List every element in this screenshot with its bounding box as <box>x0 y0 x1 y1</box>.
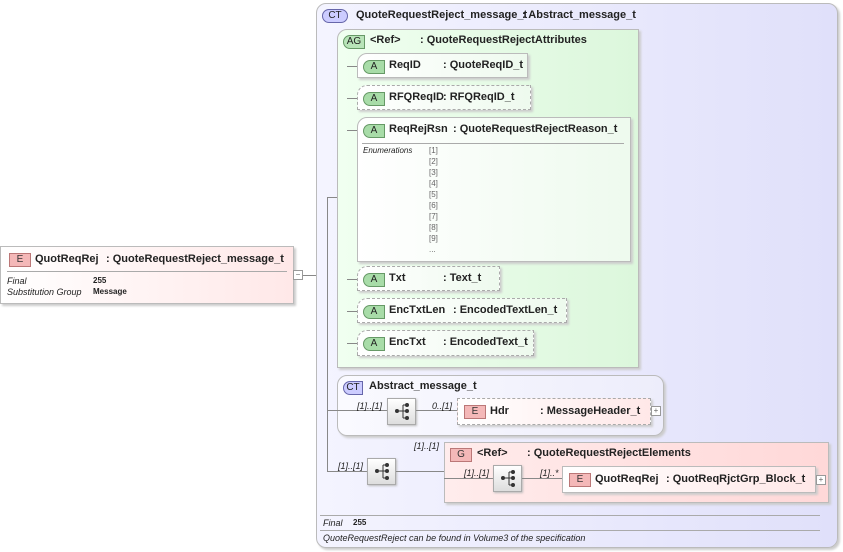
attribute-type: : EncodedTextLen_t <box>453 304 558 316</box>
enumerations-label: Enumerations <box>363 146 413 155</box>
element-type: : MessageHeader_t <box>540 405 641 417</box>
ct-name: QuoteRequestReject_message_t <box>356 9 528 21</box>
collapse-button[interactable]: − <box>293 270 303 280</box>
final-label: Final <box>7 276 27 286</box>
attribute-badge: A <box>363 60 385 74</box>
cardinality: 0..[1] <box>432 401 453 411</box>
root-element[interactable]: E QuotReqRej : QuoteRequestReject_messag… <box>0 246 294 304</box>
enum-value: [9] <box>429 234 438 243</box>
group-type: : QuoteRequestRejectElements <box>527 447 691 459</box>
group-name: <Ref> <box>477 447 508 459</box>
attribute-4[interactable]: A EncTxtLen : EncodedTextLen_t <box>357 298 567 323</box>
subst-label: Substitution Group <box>7 287 82 297</box>
sequence-icon[interactable] <box>387 398 416 425</box>
ct-final-label: Final <box>323 518 343 528</box>
enum-value: [7] <box>429 212 438 221</box>
enum-value: [1] <box>429 146 438 155</box>
enum-value: [4] <box>429 179 438 188</box>
attribute-badge: A <box>363 124 385 138</box>
element-badge: E <box>569 473 591 487</box>
enum-value: [6] <box>429 201 438 210</box>
subst-value: Message <box>93 287 127 296</box>
ag-name: <Ref> <box>370 34 401 46</box>
attribute-name: RFQReqID <box>389 91 444 103</box>
element-type: : QuotReqRjctGrp_Block_t <box>666 473 806 485</box>
ct-documentation: QuoteRequestReject can be found in Volum… <box>323 533 586 543</box>
attribute-type: : EncodedText_t <box>443 336 528 348</box>
element-hdr[interactable]: E Hdr : MessageHeader_t <box>457 398 651 425</box>
expand-button[interactable]: + <box>651 406 661 416</box>
ct-final-value: 255 <box>353 518 367 527</box>
enum-value: [3] <box>429 168 438 177</box>
enum-value: [5] <box>429 190 438 199</box>
element-badge: E <box>464 405 486 419</box>
ct-badge: CT <box>343 381 363 395</box>
ct-badge: CT <box>322 9 348 23</box>
group-badge: G <box>450 448 472 462</box>
sequence-icon[interactable] <box>493 465 522 492</box>
attribute-name: EncTxtLen <box>389 304 446 316</box>
cardinality: [1]..* <box>540 468 559 478</box>
cardinality: [1]..[1] <box>464 468 490 478</box>
final-value: 255 <box>93 276 107 285</box>
attribute-badge: A <box>363 337 385 351</box>
attribute-name: EncTxt <box>389 336 426 348</box>
attribute-type: : RFQReqID_t <box>443 91 515 103</box>
element-name: Hdr <box>490 405 509 417</box>
attribute-badge: A <box>363 92 385 106</box>
ag-badge: AG <box>343 35 365 49</box>
attribute-type: : Text_t <box>443 272 482 284</box>
element-quotreqrej[interactable]: E QuotReqRej : QuotReqRjctGrp_Block_t <box>562 466 816 493</box>
sequence-icon[interactable] <box>367 458 396 485</box>
attribute-2[interactable]: A ReqRejRsn : QuoteRequestRejectReason_t… <box>357 117 631 262</box>
cardinality: [1]..[1] <box>357 401 383 411</box>
attribute-name: ReqID <box>389 59 421 71</box>
abstract-name: Abstract_message_t <box>369 380 477 392</box>
enum-value: [8] <box>429 223 438 232</box>
cardinality: [1]..[1] <box>338 461 364 471</box>
attribute-0[interactable]: A ReqID : QuoteReqID_t <box>357 53 528 78</box>
ct-base: : Abstract_message_t <box>522 9 636 21</box>
enum-value: [2] <box>429 157 438 166</box>
element-badge: E <box>9 253 31 267</box>
root-type: : QuoteRequestReject_message_t <box>106 253 284 265</box>
root-name: QuotReqRej <box>35 253 99 265</box>
attribute-1[interactable]: A RFQReqID : RFQReqID_t <box>357 85 531 110</box>
cardinality: [1]..[1] <box>414 441 440 451</box>
attribute-3[interactable]: A Txt : Text_t <box>357 266 500 291</box>
attribute-type: : QuoteReqID_t <box>443 59 524 71</box>
attribute-type: : QuoteRequestRejectReason_t <box>453 123 618 135</box>
attribute-badge: A <box>363 305 385 319</box>
expand-button[interactable]: + <box>816 475 826 485</box>
element-name: QuotReqRej <box>595 473 659 485</box>
attribute-name: ReqRejRsn <box>389 123 448 135</box>
ag-type: : QuoteRequestRejectAttributes <box>420 34 587 46</box>
attribute-5[interactable]: A EncTxt : EncodedText_t <box>357 330 534 356</box>
attribute-badge: A <box>363 273 385 287</box>
attribute-name: Txt <box>389 272 406 284</box>
enum-value: ... <box>429 245 436 254</box>
